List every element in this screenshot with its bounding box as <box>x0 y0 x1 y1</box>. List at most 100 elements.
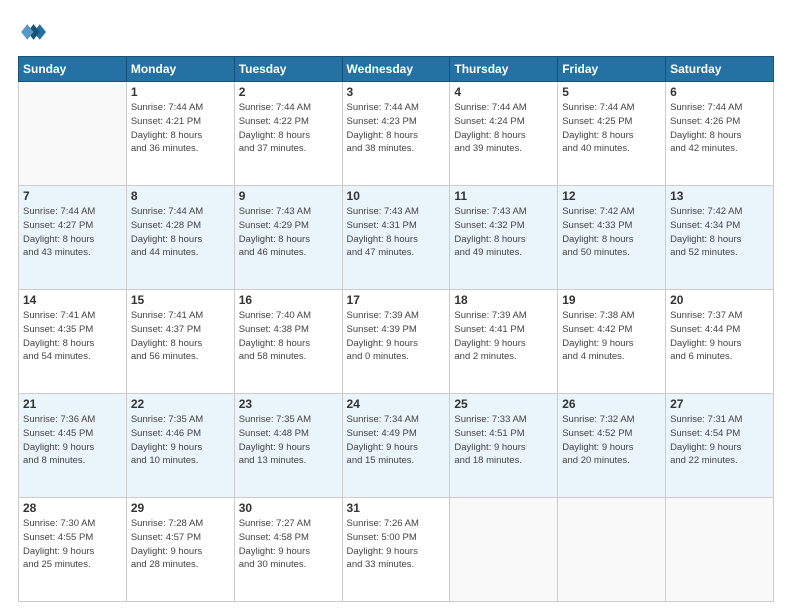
calendar-cell <box>19 82 127 186</box>
day-info: Sunrise: 7:44 AMSunset: 4:28 PMDaylight:… <box>131 205 230 260</box>
day-number: 3 <box>347 85 446 99</box>
calendar-cell: 13Sunrise: 7:42 AMSunset: 4:34 PMDayligh… <box>666 186 774 290</box>
calendar-header-friday: Friday <box>558 57 666 82</box>
day-number: 29 <box>131 501 230 515</box>
day-info: Sunrise: 7:36 AMSunset: 4:45 PMDaylight:… <box>23 413 122 468</box>
logo-icon <box>18 18 46 46</box>
day-number: 21 <box>23 397 122 411</box>
day-info: Sunrise: 7:43 AMSunset: 4:31 PMDaylight:… <box>347 205 446 260</box>
day-number: 10 <box>347 189 446 203</box>
calendar-week-row: 28 Sunrise: 7:30 AMSunset: 4:55 PMDayligh… <box>19 498 774 602</box>
day-info: Sunrise: 7:31 AMSunset: 4:54 PMDaylight:… <box>670 413 769 468</box>
day-number: 2 <box>239 85 338 99</box>
calendar-cell: 19 Sunrise: 7:38 AMSunset: 4:42 PMDayligh… <box>558 290 666 394</box>
day-info: Sunrise: 7:39 AMSunset: 4:39 PMDaylight:… <box>347 309 446 364</box>
calendar-cell: 2Sunrise: 7:44 AMSunset: 4:22 PMDaylight… <box>234 82 342 186</box>
calendar-table: SundayMondayTuesdayWednesdayThursdayFrid… <box>18 56 774 602</box>
day-number: 31 <box>347 501 446 515</box>
day-number: 14 <box>23 293 122 307</box>
calendar-cell: 10 Sunrise: 7:43 AMSunset: 4:31 PMDayligh… <box>342 186 450 290</box>
day-info: Sunrise: 7:44 AMSunset: 4:26 PMDaylight:… <box>670 101 769 156</box>
day-info: Sunrise: 7:35 AMSunset: 4:48 PMDaylight:… <box>239 413 338 468</box>
day-info: Sunrise: 7:35 AMSunset: 4:46 PMDaylight:… <box>131 413 230 468</box>
header <box>18 18 774 46</box>
day-number: 26 <box>562 397 661 411</box>
day-info: Sunrise: 7:32 AMSunset: 4:52 PMDaylight:… <box>562 413 661 468</box>
day-info: Sunrise: 7:39 AMSunset: 4:41 PMDaylight:… <box>454 309 553 364</box>
calendar-cell: 23 Sunrise: 7:35 AMSunset: 4:48 PMDayligh… <box>234 394 342 498</box>
day-number: 30 <box>239 501 338 515</box>
calendar-header-sunday: Sunday <box>19 57 127 82</box>
day-number: 28 <box>23 501 122 515</box>
day-number: 15 <box>131 293 230 307</box>
calendar-cell: 3 Sunrise: 7:44 AMSunset: 4:23 PMDaylight… <box>342 82 450 186</box>
day-number: 20 <box>670 293 769 307</box>
calendar-cell: 31 Sunrise: 7:26 AMSunset: 5:00 PMDayligh… <box>342 498 450 602</box>
day-info: Sunrise: 7:44 AMSunset: 4:25 PMDaylight:… <box>562 101 661 156</box>
calendar-cell <box>450 498 558 602</box>
day-info: Sunrise: 7:30 AMSunset: 4:55 PMDaylight:… <box>23 517 122 572</box>
day-info: Sunrise: 7:38 AMSunset: 4:42 PMDaylight:… <box>562 309 661 364</box>
day-number: 25 <box>454 397 553 411</box>
day-info: Sunrise: 7:41 AMSunset: 4:35 PMDaylight:… <box>23 309 122 364</box>
day-number: 5 <box>562 85 661 99</box>
day-number: 24 <box>347 397 446 411</box>
calendar-cell: 12 Sunrise: 7:42 AMSunset: 4:33 PMDayligh… <box>558 186 666 290</box>
day-info: Sunrise: 7:44 AMSunset: 4:27 PMDaylight:… <box>23 205 122 260</box>
calendar-week-row: 14 Sunrise: 7:41 AMSunset: 4:35 PMDayligh… <box>19 290 774 394</box>
day-info: Sunrise: 7:43 AMSunset: 4:29 PMDaylight:… <box>239 205 338 260</box>
calendar-week-row: 7 Sunrise: 7:44 AMSunset: 4:27 PMDaylight… <box>19 186 774 290</box>
calendar-header-monday: Monday <box>126 57 234 82</box>
day-info: Sunrise: 7:28 AMSunset: 4:57 PMDaylight:… <box>131 517 230 572</box>
calendar-header-thursday: Thursday <box>450 57 558 82</box>
day-number: 16 <box>239 293 338 307</box>
calendar-cell: 11 Sunrise: 7:43 AMSunset: 4:32 PMDayligh… <box>450 186 558 290</box>
calendar-cell: 24Sunrise: 7:34 AMSunset: 4:49 PMDayligh… <box>342 394 450 498</box>
day-info: Sunrise: 7:42 AMSunset: 4:34 PMDaylight:… <box>670 205 769 260</box>
day-info: Sunrise: 7:27 AMSunset: 4:58 PMDaylight:… <box>239 517 338 572</box>
calendar-cell <box>558 498 666 602</box>
calendar-cell: 16 Sunrise: 7:40 AMSunset: 4:38 PMDayligh… <box>234 290 342 394</box>
calendar-cell: 9Sunrise: 7:43 AMSunset: 4:29 PMDaylight… <box>234 186 342 290</box>
day-number: 19 <box>562 293 661 307</box>
calendar-week-row: 1Sunrise: 7:44 AMSunset: 4:21 PMDaylight… <box>19 82 774 186</box>
calendar-cell: 18 Sunrise: 7:39 AMSunset: 4:41 PMDayligh… <box>450 290 558 394</box>
day-number: 18 <box>454 293 553 307</box>
day-info: Sunrise: 7:40 AMSunset: 4:38 PMDaylight:… <box>239 309 338 364</box>
calendar-cell: 1Sunrise: 7:44 AMSunset: 4:21 PMDaylight… <box>126 82 234 186</box>
day-number: 7 <box>23 189 122 203</box>
day-info: Sunrise: 7:43 AMSunset: 4:32 PMDaylight:… <box>454 205 553 260</box>
day-number: 4 <box>454 85 553 99</box>
day-number: 12 <box>562 189 661 203</box>
day-number: 17 <box>347 293 446 307</box>
day-number: 11 <box>454 189 553 203</box>
page: SundayMondayTuesdayWednesdayThursdayFrid… <box>0 0 792 612</box>
calendar-cell: 30 Sunrise: 7:27 AMSunset: 4:58 PMDayligh… <box>234 498 342 602</box>
day-info: Sunrise: 7:44 AMSunset: 4:24 PMDaylight:… <box>454 101 553 156</box>
calendar-week-row: 21 Sunrise: 7:36 AMSunset: 4:45 PMDayligh… <box>19 394 774 498</box>
calendar-cell: 4 Sunrise: 7:44 AMSunset: 4:24 PMDaylight… <box>450 82 558 186</box>
calendar-cell: 14 Sunrise: 7:41 AMSunset: 4:35 PMDayligh… <box>19 290 127 394</box>
day-info: Sunrise: 7:41 AMSunset: 4:37 PMDaylight:… <box>131 309 230 364</box>
day-number: 1 <box>131 85 230 99</box>
calendar-cell: 5 Sunrise: 7:44 AMSunset: 4:25 PMDaylight… <box>558 82 666 186</box>
day-info: Sunrise: 7:26 AMSunset: 5:00 PMDaylight:… <box>347 517 446 572</box>
calendar-cell: 26 Sunrise: 7:32 AMSunset: 4:52 PMDayligh… <box>558 394 666 498</box>
day-number: 22 <box>131 397 230 411</box>
calendar-cell: 17 Sunrise: 7:39 AMSunset: 4:39 PMDayligh… <box>342 290 450 394</box>
calendar-cell: 21 Sunrise: 7:36 AMSunset: 4:45 PMDayligh… <box>19 394 127 498</box>
day-number: 8 <box>131 189 230 203</box>
day-info: Sunrise: 7:42 AMSunset: 4:33 PMDaylight:… <box>562 205 661 260</box>
calendar-cell <box>666 498 774 602</box>
calendar-cell: 15 Sunrise: 7:41 AMSunset: 4:37 PMDayligh… <box>126 290 234 394</box>
calendar-cell: 28 Sunrise: 7:30 AMSunset: 4:55 PMDayligh… <box>19 498 127 602</box>
calendar-cell: 22 Sunrise: 7:35 AMSunset: 4:46 PMDayligh… <box>126 394 234 498</box>
calendar-header-row: SundayMondayTuesdayWednesdayThursdayFrid… <box>19 57 774 82</box>
calendar-cell: 7 Sunrise: 7:44 AMSunset: 4:27 PMDaylight… <box>19 186 127 290</box>
day-info: Sunrise: 7:44 AMSunset: 4:23 PMDaylight:… <box>347 101 446 156</box>
logo <box>18 18 50 46</box>
day-number: 23 <box>239 397 338 411</box>
calendar-cell: 29 Sunrise: 7:28 AMSunset: 4:57 PMDayligh… <box>126 498 234 602</box>
calendar-header-tuesday: Tuesday <box>234 57 342 82</box>
calendar-cell: 6Sunrise: 7:44 AMSunset: 4:26 PMDaylight… <box>666 82 774 186</box>
